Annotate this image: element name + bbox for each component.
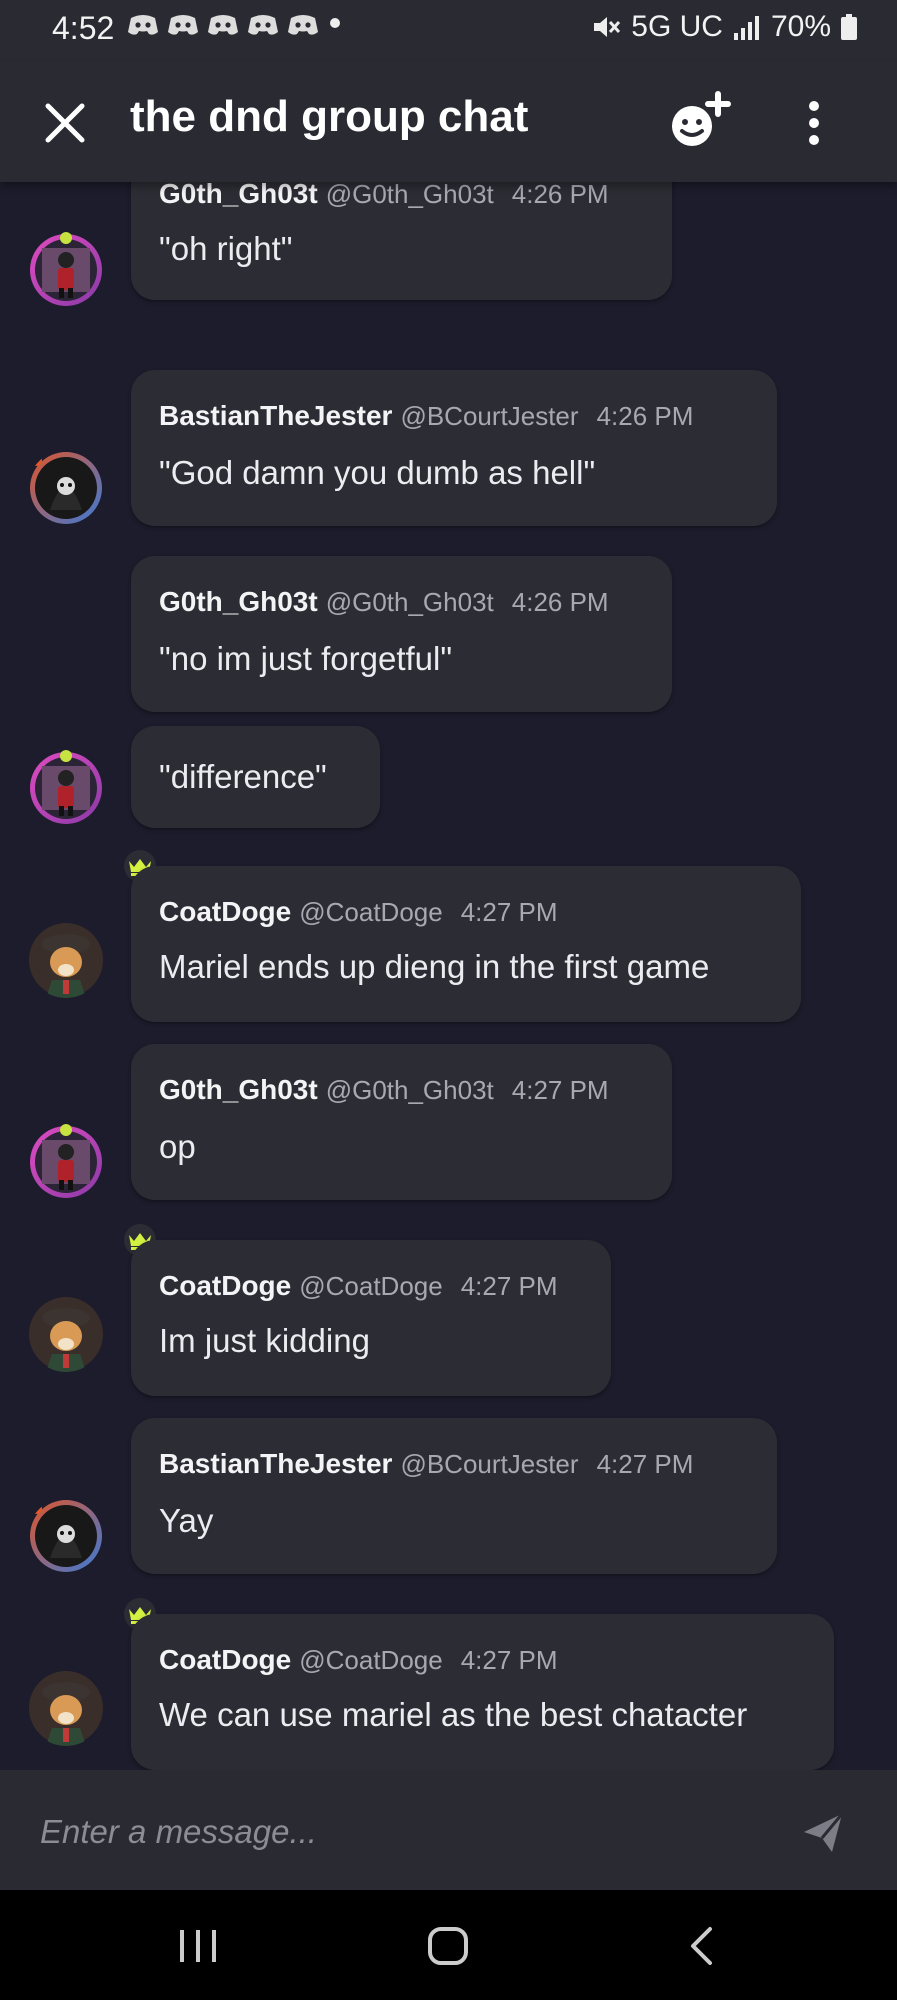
goth-avatar[interactable] bbox=[28, 232, 104, 308]
message-meta: CoatDoge @CoatDoge 4:27 PM bbox=[159, 1270, 558, 1302]
message-meta: G0th_Gh03t @G0th_Gh03t 4:27 PM bbox=[159, 1074, 609, 1106]
send-icon[interactable] bbox=[800, 1810, 846, 1856]
message-meta: BastianTheJester @BCourtJester 4:27 PM bbox=[159, 1448, 693, 1480]
message-composer bbox=[0, 1770, 897, 1890]
username[interactable]: CoatDoge bbox=[159, 896, 291, 927]
message-bubble[interactable]: G0th_Gh03t @G0th_Gh03t 4:26 PM "oh right" bbox=[131, 182, 672, 300]
discord-notification-icon bbox=[248, 15, 278, 35]
status-bar: 4:52 5G UC 70% bbox=[0, 0, 897, 62]
goth-avatar[interactable] bbox=[28, 750, 104, 826]
discord-notification-icon bbox=[128, 15, 158, 35]
timestamp: 4:27 PM bbox=[460, 897, 558, 927]
user-handle: @BCourtJester bbox=[400, 1449, 579, 1479]
message-bubble[interactable]: G0th_Gh03t @G0th_Gh03t 4:27 PM op bbox=[131, 1044, 672, 1200]
status-time: 4:52 bbox=[52, 10, 115, 46]
battery-icon bbox=[841, 14, 857, 40]
message-bubble[interactable]: BastianTheJester @BCourtJester 4:27 PM Yay bbox=[131, 1418, 777, 1574]
timestamp: 4:27 PM bbox=[460, 1645, 558, 1675]
signal-icon bbox=[733, 16, 759, 40]
jester-avatar[interactable] bbox=[28, 1498, 104, 1574]
discord-notification-icon bbox=[208, 15, 238, 35]
message-meta: G0th_Gh03t @G0th_Gh03t 4:26 PM bbox=[159, 182, 609, 210]
message-text: Im just kidding bbox=[159, 1322, 370, 1359]
message-meta: BastianTheJester @BCourtJester 4:26 PM bbox=[159, 400, 693, 432]
message-bubble[interactable]: CoatDoge @CoatDoge 4:27 PM Mariel ends up … bbox=[131, 866, 801, 1022]
username[interactable]: BastianTheJester bbox=[159, 400, 392, 431]
doge-avatar[interactable] bbox=[28, 1670, 104, 1746]
message-meta: G0th_Gh03t @G0th_Gh03t 4:26 PM bbox=[159, 586, 609, 618]
username[interactable]: BastianTheJester bbox=[159, 1448, 392, 1479]
doge-avatar[interactable] bbox=[28, 1296, 104, 1372]
timestamp: 4:27 PM bbox=[460, 1271, 558, 1301]
message-list[interactable]: G0th_Gh03t @G0th_Gh03t 4:26 PM "oh right" … bbox=[0, 182, 897, 1770]
timestamp: 4:27 PM bbox=[511, 1075, 609, 1105]
username[interactable]: CoatDoge bbox=[159, 1644, 291, 1675]
goth-avatar[interactable] bbox=[28, 1124, 104, 1200]
timestamp: 4:26 PM bbox=[511, 587, 609, 617]
system-nav-bar bbox=[0, 1890, 897, 2000]
message-text: Mariel ends up dieng in the first game bbox=[159, 948, 710, 985]
discord-notification-icon bbox=[168, 15, 198, 35]
timestamp: 4:26 PM bbox=[596, 401, 694, 431]
message-text: "God damn you dumb as hell" bbox=[159, 454, 596, 491]
user-handle: @G0th_Gh03t bbox=[325, 182, 494, 209]
page-title: the dnd group chat bbox=[130, 92, 529, 141]
timestamp: 4:26 PM bbox=[511, 182, 609, 209]
user-handle: @CoatDoge bbox=[299, 1271, 443, 1301]
chat-header: the dnd group chat bbox=[0, 62, 897, 182]
username[interactable]: G0th_Gh03t bbox=[159, 586, 318, 617]
timestamp: 4:27 PM bbox=[596, 1449, 694, 1479]
notification-icons bbox=[127, 12, 319, 38]
message-bubble[interactable]: CoatDoge @CoatDoge 4:27 PM Im just kidding bbox=[131, 1240, 611, 1396]
recent-apps-icon[interactable] bbox=[178, 1928, 218, 1964]
username[interactable]: CoatDoge bbox=[159, 1270, 291, 1301]
close-icon[interactable] bbox=[40, 98, 90, 148]
more-notifications-dot bbox=[330, 18, 340, 28]
message-meta: CoatDoge @CoatDoge 4:27 PM bbox=[159, 1644, 558, 1676]
add-member-icon[interactable] bbox=[668, 90, 734, 152]
message-bubble[interactable]: "difference" bbox=[131, 726, 380, 828]
message-bubble[interactable]: BastianTheJester @BCourtJester 4:26 PM "Go… bbox=[131, 370, 777, 526]
message-meta: CoatDoge @CoatDoge 4:27 PM bbox=[159, 896, 558, 928]
message-text: op bbox=[159, 1128, 196, 1165]
message-bubble[interactable]: CoatDoge @CoatDoge 4:27 PM We can use mari… bbox=[131, 1614, 834, 1770]
discord-notification-icon bbox=[288, 15, 318, 35]
username[interactable]: G0th_Gh03t bbox=[159, 1074, 318, 1105]
message-text: "oh right" bbox=[159, 230, 293, 267]
doge-avatar[interactable] bbox=[28, 922, 104, 998]
user-handle: @G0th_Gh03t bbox=[325, 587, 494, 617]
user-handle: @CoatDoge bbox=[299, 1645, 443, 1675]
jester-avatar[interactable] bbox=[28, 450, 104, 526]
battery-percent: 70% bbox=[770, 10, 831, 43]
message-text: "no im just forgetful" bbox=[159, 640, 453, 677]
back-icon[interactable] bbox=[688, 1926, 714, 1966]
mute-icon bbox=[594, 17, 621, 37]
message-text: "difference" bbox=[159, 758, 327, 795]
status-right: 5G UC 70% bbox=[591, 10, 857, 44]
home-icon[interactable] bbox=[427, 1926, 469, 1966]
network-type: 5G UC bbox=[631, 10, 723, 43]
user-handle: @CoatDoge bbox=[299, 897, 443, 927]
username[interactable]: G0th_Gh03t bbox=[159, 182, 318, 209]
user-handle: @G0th_Gh03t bbox=[325, 1075, 494, 1105]
message-bubble[interactable]: G0th_Gh03t @G0th_Gh03t 4:26 PM "no im just… bbox=[131, 556, 672, 712]
more-options-icon[interactable] bbox=[796, 98, 832, 148]
message-text: We can use mariel as the best chatacter bbox=[159, 1696, 748, 1733]
message-text: Yay bbox=[159, 1502, 214, 1539]
message-input[interactable] bbox=[38, 1806, 742, 1858]
user-handle: @BCourtJester bbox=[400, 401, 579, 431]
